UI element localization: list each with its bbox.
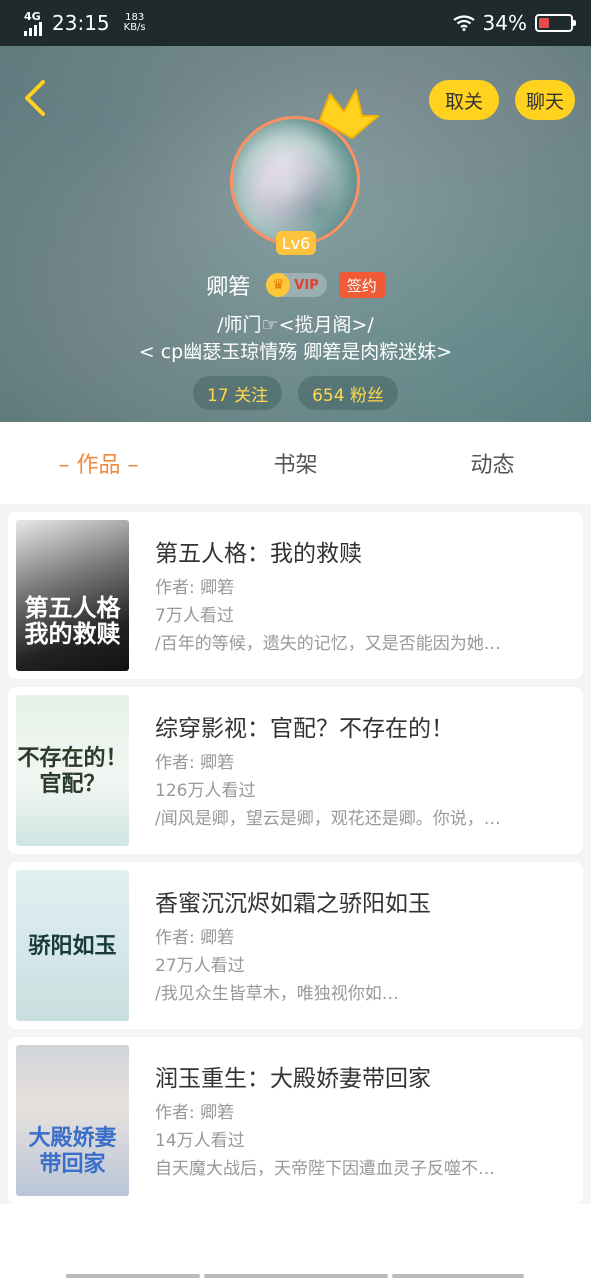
book-card[interactable]: 骄阳如玉 香蜜沉沉烬如霜之骄阳如玉 作者: 卿箬 27万人看过 /我见众生皆草木… [8,862,583,1029]
cover-text: 第五人格 我的救赎 [24,592,121,648]
vip-crown-icon: ♛ [266,273,291,297]
username: 卿箬 [206,275,251,300]
back-button[interactable] [14,76,54,120]
signed-badge: 签约 [338,272,385,298]
works-list: 第五人格 我的救赎 第五人格：我的救赎 作者: 卿箬 7万人看过 /百年的等候，… [0,504,591,1204]
book-info: 润玉重生：大殿娇妻带回家 作者: 卿箬 14万人看过 自天魔大战后，天帝陛下因遭… [155,1059,575,1183]
profile-header: 取关 聊天 Lv6 卿箬 ♛ VIP 签约 /师门☞<揽月阁>/ < cp幽瑟玉… [0,46,591,422]
book-author: 作者: 卿箬 [155,577,235,598]
network-type: 4G [24,9,41,23]
name-row: 卿箬 ♛ VIP 签约 [0,268,591,302]
follow-stats: 17 关注 654 粉丝 [0,376,591,410]
followers-count[interactable]: 654 粉丝 [298,376,398,410]
book-title: 综穿影视：官配？不存在的！ [155,715,454,742]
vip-badge: ♛ VIP [266,273,327,297]
level-badge: Lv6 [276,231,316,255]
chat-button[interactable]: 聊天 [515,80,575,120]
book-title: 第五人格：我的救赎 [155,540,362,567]
book-description: /百年的等候，遗失的记忆，又是否能因为她… [155,633,501,654]
book-title: 润玉重生：大殿娇妻带回家 [155,1065,431,1092]
book-author: 作者: 卿箬 [155,752,235,773]
cover-text: 骄阳如玉 [28,932,117,959]
bio: /师门☞<揽月阁>/ < cp幽瑟玉琼情殇 卿箬是肉粽迷妹> [0,312,591,366]
network-indicator: 4G [24,11,42,36]
speed-unit: KB/s [123,22,146,33]
chevron-left-icon [25,80,45,116]
status-right: 34% [452,11,576,35]
battery-fill [539,18,550,28]
following-count[interactable]: 17 关注 [193,376,283,410]
cover-text: 不存在的！ 官配？ [17,744,128,797]
book-views: 126万人看过 [155,780,256,801]
bio-line-2: < cp幽瑟玉琼情殇 卿箬是肉粽迷妹> [138,341,453,363]
book-description: /我见众生皆草木，唯独视你如… [155,983,399,1004]
nav-gesture-bar [204,1274,388,1278]
book-description: /闻风是卿，望云是卿，观花还是卿。你说，… [155,808,501,829]
bio-line-1: /师门☞<揽月阁>/ [217,314,374,336]
book-cover: 大殿娇妻 带回家 [16,1045,129,1196]
book-cover: 骄阳如玉 [16,870,129,1021]
book-cover: 第五人格 我的救赎 [16,520,129,671]
battery-percent: 34% [482,11,527,35]
book-views: 14万人看过 [155,1130,245,1151]
network-speed: 183 KB/s [124,13,146,33]
nav-gesture-bar [392,1274,524,1278]
status-bar: 4G 23:15 183 KB/s 34% [0,0,591,46]
book-title: 香蜜沉沉烬如霜之骄阳如玉 [155,890,431,917]
book-author: 作者: 卿箬 [155,927,235,948]
book-card[interactable]: 大殿娇妻 带回家 润玉重生：大殿娇妻带回家 作者: 卿箬 14万人看过 自天魔大… [8,1037,583,1204]
tab-bookshelf[interactable]: 书架 [197,447,394,479]
book-info: 第五人格：我的救赎 作者: 卿箬 7万人看过 /百年的等候，遗失的记忆，又是否能… [155,534,575,658]
vip-label: VIP [294,277,319,293]
clock: 23:15 [52,11,110,35]
nav-gesture-bar [66,1274,200,1278]
book-views: 27万人看过 [155,955,245,976]
tab-works[interactable]: – 作品 – [0,447,197,479]
book-card[interactable]: 第五人格 我的救赎 第五人格：我的救赎 作者: 卿箬 7万人看过 /百年的等候，… [8,512,583,679]
signal-icon [24,21,42,36]
status-left: 4G 23:15 183 KB/s [24,11,146,36]
unfollow-button[interactable]: 取关 [429,80,499,120]
book-views: 7万人看过 [155,605,234,626]
book-info: 香蜜沉沉烬如霜之骄阳如玉 作者: 卿箬 27万人看过 /我见众生皆草木，唯独视你… [155,884,575,1008]
profile-tabs: – 作品 – 书架 动态 [0,422,591,504]
book-card[interactable]: 不存在的！ 官配？ 综穿影视：官配？不存在的！ 作者: 卿箬 126万人看过 /… [8,687,583,854]
footer-area [0,1204,591,1280]
wifi-icon [452,15,475,31]
book-author: 作者: 卿箬 [155,1102,235,1123]
book-cover: 不存在的！ 官配？ [16,695,129,846]
tab-activity[interactable]: 动态 [394,447,591,479]
cover-text: 大殿娇妻 带回家 [28,1124,117,1177]
battery-icon [535,14,576,32]
book-description: 自天魔大战后，天帝陛下因遭血灵子反噬不… [155,1158,495,1179]
crown-icon [319,89,379,139]
book-info: 综穿影视：官配？不存在的！ 作者: 卿箬 126万人看过 /闻风是卿，望云是卿，… [155,709,575,833]
